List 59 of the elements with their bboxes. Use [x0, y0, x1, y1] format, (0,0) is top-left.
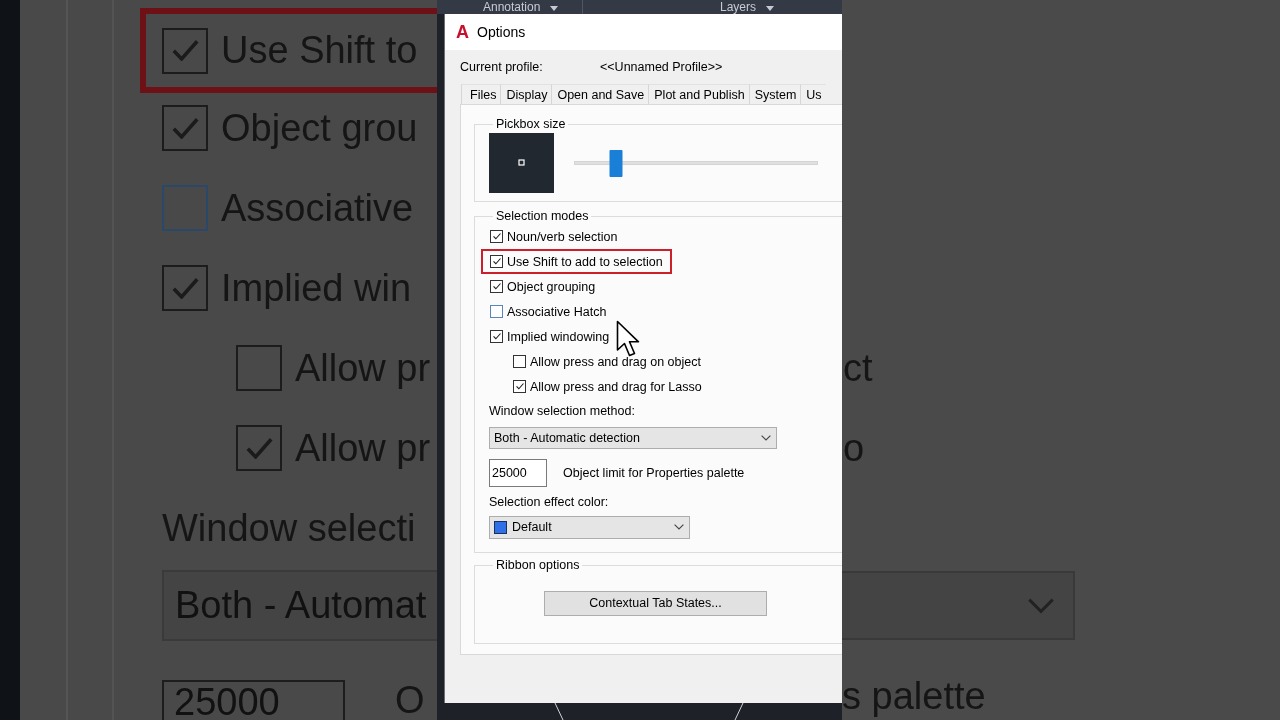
- profile-label: Current profile:: [460, 60, 544, 74]
- checkmark-icon: [245, 437, 273, 459]
- ribbon-panel-title[interactable]: Annotation: [483, 1, 541, 14]
- checkbox-label: Noun/verb selection: [507, 229, 618, 244]
- tab[interactable]: Plot and Publish: [648, 84, 749, 104]
- checkbox-label: Associative Hatch: [507, 304, 607, 319]
- checkmark-icon: [171, 117, 199, 139]
- checkbox[interactable]: [490, 305, 503, 318]
- checkmark-icon: [492, 283, 501, 290]
- checkbox-label: Object grouping: [507, 279, 596, 294]
- ribbon-panel-title[interactable]: Layers: [720, 1, 757, 14]
- checkmark-icon: [171, 277, 199, 299]
- checkbox[interactable]: [162, 105, 208, 151]
- checkmark-icon: [492, 258, 501, 265]
- group-title: Ribbon options: [495, 557, 581, 573]
- checkbox[interactable]: [490, 230, 503, 243]
- slider-thumb[interactable]: [609, 150, 623, 177]
- tab[interactable]: Open and Save: [551, 84, 649, 104]
- checkbox-label: Implied windowing: [507, 329, 610, 344]
- group-title: Selection modes: [495, 209, 590, 224]
- chevron-down-icon: [674, 524, 684, 530]
- checkbox[interactable]: [162, 27, 208, 74]
- tab[interactable]: Display: [500, 84, 552, 104]
- profile-name: <<Unnamed Profile>>: [600, 60, 723, 74]
- checkmark-icon: [492, 333, 501, 340]
- checkmark-icon: [171, 40, 199, 61]
- checkmark-icon: [492, 233, 501, 240]
- pickbox-preview: [489, 133, 554, 193]
- checkbox[interactable]: [162, 265, 208, 311]
- chevron-down-icon: [761, 434, 771, 441]
- caret-icon: [550, 6, 559, 11]
- checkbox[interactable]: [236, 345, 282, 391]
- checkbox[interactable]: [236, 425, 282, 471]
- checkbox-label: Allow press and drag for Lasso: [530, 379, 702, 394]
- checkbox-label: Allow press and drag on object: [530, 354, 701, 369]
- checkbox[interactable]: [490, 280, 503, 293]
- object-limit-field[interactable]: 25000: [489, 458, 547, 487]
- window-selection-dropdown[interactable]: Both - Automatic detection: [489, 426, 777, 449]
- contextual-tab-states-button[interactable]: Contextual Tab States...: [544, 590, 767, 616]
- checkbox[interactable]: [513, 380, 526, 393]
- checkbox[interactable]: [513, 355, 526, 368]
- app-logo: A: [456, 23, 469, 41]
- field-label: Object limit for Properties palette: [563, 465, 745, 480]
- field-label: Window selection method:: [489, 404, 635, 418]
- chevron-down-icon: [1027, 597, 1055, 614]
- group-title: Pickbox size: [495, 117, 567, 132]
- checkbox[interactable]: [162, 185, 208, 231]
- tab[interactable]: Files: [461, 84, 501, 104]
- field-label: Selection effect color:: [489, 494, 609, 509]
- checkbox[interactable]: [490, 330, 503, 343]
- color-dropdown[interactable]: Default: [489, 515, 690, 539]
- tab[interactable]: Us: [800, 84, 826, 104]
- cursor-icon: [616, 320, 640, 358]
- dialog-title: Options: [477, 24, 526, 40]
- checkbox[interactable]: [490, 255, 503, 268]
- caret-icon: [766, 6, 775, 11]
- tab[interactable]: System: [748, 84, 801, 104]
- checkbox-label: Use Shift to add to selection: [507, 254, 663, 269]
- checkmark-icon: [515, 383, 524, 390]
